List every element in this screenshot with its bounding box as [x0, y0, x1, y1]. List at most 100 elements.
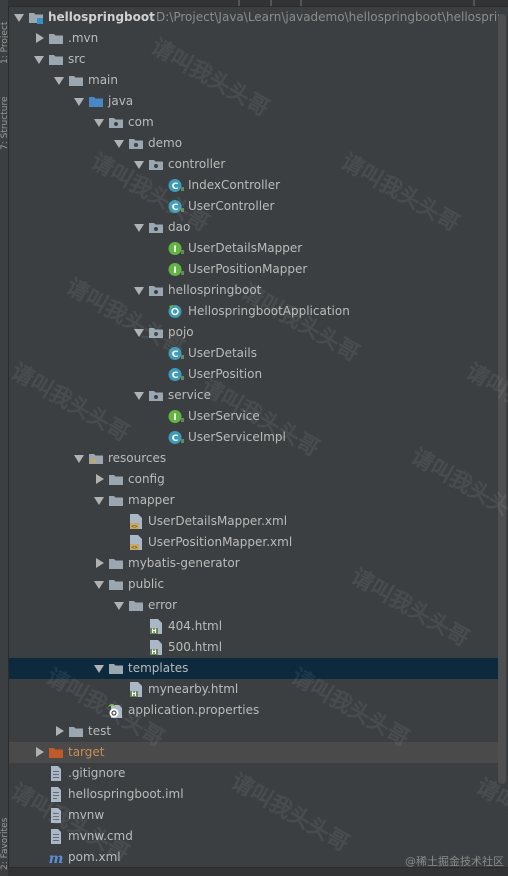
- tree-row[interactable]: resources: [9, 448, 499, 469]
- tree-row[interactable]: HellospringbootApplication: [9, 301, 499, 322]
- tree-row[interactable]: main: [9, 70, 499, 91]
- tree-row[interactable]: .mvn: [9, 28, 499, 49]
- tree-row[interactable]: demo: [9, 133, 499, 154]
- html-file-icon: H: [148, 640, 164, 656]
- tree-row[interactable]: hellospringboot D:\Project\Java\Learn\jav…: [9, 7, 499, 28]
- collapse-arrow-icon[interactable]: [94, 581, 104, 589]
- tree-row-label: resources: [108, 451, 167, 465]
- tree-row[interactable]: H 500.html: [9, 637, 499, 658]
- svg-text:C: C: [172, 434, 179, 444]
- xml-file-icon: <>: [128, 514, 144, 530]
- svg-text:I: I: [173, 413, 176, 423]
- svg-text:<>: <>: [131, 524, 137, 529]
- collapse-arrow-icon[interactable]: [74, 98, 84, 106]
- tree-row[interactable]: config: [9, 469, 499, 490]
- collapse-arrow-icon[interactable]: [94, 119, 104, 127]
- folder-icon: [68, 73, 84, 88]
- tree-row-label: UserPositionMapper.xml: [148, 535, 293, 549]
- tree-row[interactable]: hellospringboot.iml: [9, 784, 499, 805]
- tree-row-label: target: [68, 745, 105, 759]
- tree-row[interactable]: error: [9, 595, 499, 616]
- package-icon: [148, 220, 164, 235]
- tree-row[interactable]: hellospringboot: [9, 280, 499, 301]
- collapse-arrow-icon[interactable]: [114, 602, 124, 610]
- tree-row[interactable]: application.properties: [9, 700, 499, 721]
- tree-row[interactable]: test: [9, 721, 499, 742]
- svg-text:C: C: [172, 371, 179, 381]
- tree-row[interactable]: pojo: [9, 322, 499, 343]
- collapse-arrow-icon[interactable]: [94, 497, 104, 505]
- tree-row-label: application.properties: [128, 703, 260, 717]
- collapse-arrow-icon[interactable]: [134, 287, 144, 295]
- expand-arrow-icon[interactable]: [56, 726, 64, 736]
- tree-row[interactable]: mybatis-generator: [9, 553, 499, 574]
- tree-row[interactable]: dao: [9, 217, 499, 238]
- collapse-arrow-icon[interactable]: [34, 56, 44, 64]
- folder-icon: [108, 472, 124, 487]
- excluded-folder-icon: [48, 745, 64, 760]
- tree-row[interactable]: target: [9, 742, 499, 763]
- tree-row[interactable]: Hmynearby.html: [9, 679, 499, 700]
- text-file-icon: [48, 829, 64, 844]
- collapse-arrow-icon[interactable]: [134, 224, 144, 232]
- tree-row[interactable]: C UserDetails: [9, 343, 499, 364]
- tree-row-label: error: [148, 598, 178, 612]
- tree-row[interactable]: C UserPosition: [9, 364, 499, 385]
- tree-row[interactable]: .gitignore: [9, 763, 499, 784]
- tree-row[interactable]: C UserServiceImpl: [9, 427, 499, 448]
- tree-row[interactable]: H 404.html: [9, 616, 499, 637]
- tree-row-label: IndexController: [188, 178, 281, 192]
- tree-row-label: src: [68, 52, 86, 66]
- expand-arrow-icon[interactable]: [96, 474, 104, 484]
- class-icon: C: [168, 178, 184, 193]
- collapse-arrow-icon[interactable]: [134, 392, 144, 400]
- tree-row-label: UserDetailsMapper: [188, 241, 303, 255]
- tree-row[interactable]: I UserService: [9, 406, 499, 427]
- tree-row[interactable]: mvnw.cmd: [9, 826, 499, 847]
- interface-icon: I: [168, 409, 184, 424]
- tree-row[interactable]: mvnw: [9, 805, 499, 826]
- tree-row[interactable]: I UserPositionMapper: [9, 259, 499, 280]
- tree-scrollbar[interactable]: [498, 14, 506, 784]
- tree-row[interactable]: controller: [9, 154, 499, 175]
- class-icon: C: [168, 199, 184, 214]
- collapse-arrow-icon[interactable]: [134, 329, 144, 337]
- project-tool-tab[interactable]: 1: Project: [0, 4, 8, 64]
- tree-row[interactable]: C UserController: [9, 196, 499, 217]
- properties-file-icon: [108, 703, 124, 718]
- tree-row-label: hellospringboot: [168, 283, 262, 297]
- tree-row[interactable]: templates: [9, 658, 499, 679]
- expand-arrow-icon[interactable]: [36, 747, 44, 757]
- tree-row-label: HellospringbootApplication: [188, 304, 350, 318]
- tree-row-label: UserDetails: [188, 346, 257, 360]
- collapse-arrow-icon[interactable]: [74, 455, 84, 463]
- expand-arrow-icon[interactable]: [36, 33, 44, 43]
- tree-row[interactable]: I UserDetailsMapper: [9, 238, 499, 259]
- tree-row[interactable]: java: [9, 91, 499, 112]
- package-icon: [148, 325, 164, 340]
- svg-text:H: H: [131, 691, 136, 697]
- project-tree[interactable]: hellospringboot D:\Project\Java\Learn\jav…: [9, 7, 499, 868]
- favorites-tool-tab[interactable]: 2: Favorites: [0, 800, 8, 870]
- tree-row[interactable]: mapper: [9, 490, 499, 511]
- collapse-arrow-icon[interactable]: [14, 14, 24, 22]
- tree-row[interactable]: service: [9, 385, 499, 406]
- tree-row[interactable]: src: [9, 49, 499, 70]
- expand-arrow-icon[interactable]: [96, 558, 104, 568]
- tree-row-label: UserService: [188, 409, 260, 423]
- tree-row-label: 500.html: [168, 640, 223, 654]
- tree-row-label: mybatis-generator: [128, 556, 240, 570]
- tree-row[interactable]: C IndexController: [9, 175, 499, 196]
- collapse-arrow-icon[interactable]: [134, 161, 144, 169]
- tree-row-label: java: [108, 94, 134, 108]
- tree-row[interactable]: <> UserPositionMapper.xml: [9, 532, 499, 553]
- structure-tool-tab[interactable]: 7: Structure: [0, 80, 8, 151]
- folder-icon: [108, 493, 124, 508]
- tree-row[interactable]: public: [9, 574, 499, 595]
- collapse-arrow-icon[interactable]: [114, 140, 124, 148]
- tree-row[interactable]: <> UserDetailsMapper.xml: [9, 511, 499, 532]
- tree-row[interactable]: com: [9, 112, 499, 133]
- collapse-arrow-icon[interactable]: [94, 665, 104, 673]
- collapse-arrow-icon[interactable]: [54, 77, 64, 85]
- package-icon: [148, 157, 164, 172]
